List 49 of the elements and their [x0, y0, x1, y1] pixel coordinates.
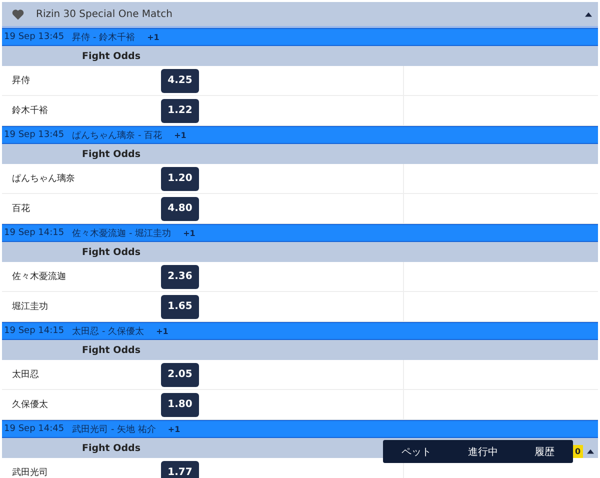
fighter-name: 昇侍: [12, 74, 31, 87]
odds-button[interactable]: 1.77: [161, 460, 199, 478]
odds-button[interactable]: 1.65: [161, 294, 199, 318]
odds-button[interactable]: 1.22: [161, 98, 199, 122]
match-time: 19 Sep 14:15: [4, 228, 64, 238]
more-markets-count[interactable]: +1: [183, 228, 196, 238]
match-bar[interactable]: 19 Sep 13:45 ぱんちゃん璃奈 - 百花 +1: [2, 126, 598, 144]
fighter-name: 堀江圭功: [12, 300, 49, 313]
fighter-name: 久保優太: [12, 398, 49, 411]
market-title: Fight Odds: [82, 148, 140, 160]
match-time: 19 Sep 13:45: [4, 130, 64, 140]
match-bar[interactable]: 19 Sep 14:45 武田光司 - 矢地 祐介 +1: [2, 420, 598, 438]
fighter-name: 武田光司: [12, 466, 49, 478]
odds-button[interactable]: 4.25: [161, 68, 199, 92]
match-bar[interactable]: 19 Sep 13:45 昇侍 - 鈴木千裕 +1: [2, 28, 598, 46]
match-time: 19 Sep 14:15: [4, 326, 64, 336]
market-title: Fight Odds: [82, 50, 140, 62]
betslip-tab[interactable]: 進行中: [464, 444, 502, 458]
match-title: 佐々木憂流迦 - 堀江圭功: [72, 228, 172, 240]
match-title: 昇侍 - 鈴木千裕: [72, 32, 136, 44]
match-title: 武田光司 - 矢地 祐介: [72, 424, 156, 436]
odds-button[interactable]: 1.20: [161, 166, 199, 190]
match-bar[interactable]: 19 Sep 14:15 佐々木憂流迦 - 堀江圭功 +1: [2, 224, 598, 242]
fighter-name: 百花: [12, 202, 31, 215]
fighter-name: ぱんちゃん璃奈: [12, 172, 76, 185]
odds-button[interactable]: 1.80: [161, 392, 199, 416]
bet-count-badge: 0: [573, 445, 583, 458]
fighter-name: 佐々木憂流迦: [12, 270, 67, 283]
odds-button[interactable]: 2.36: [161, 264, 199, 288]
betslip-tab[interactable]: ペット: [397, 444, 436, 458]
market-title: Fight Odds: [82, 246, 140, 258]
more-markets-count[interactable]: +1: [156, 326, 168, 336]
match-time: 19 Sep 14:45: [4, 424, 64, 434]
odds-button[interactable]: 2.05: [161, 362, 199, 386]
odds-button[interactable]: 4.80: [161, 196, 199, 220]
match-time: 19 Sep 13:45: [4, 32, 64, 42]
more-markets-count[interactable]: +1: [147, 32, 160, 42]
betslip-tab[interactable]: 履歴: [530, 444, 559, 458]
fighter-name: 太田忍: [12, 368, 40, 381]
section-header[interactable]: Rizin 30 Special One Match: [2, 2, 598, 28]
match-title: ぱんちゃん璃奈 - 百花: [72, 130, 162, 142]
market-title: Fight Odds: [82, 442, 140, 454]
market-title: Fight Odds: [82, 344, 140, 356]
more-markets-count[interactable]: +1: [168, 424, 180, 434]
match-title: 太田忍 - 久保優太: [72, 326, 144, 338]
more-markets-count[interactable]: +1: [174, 130, 186, 140]
section-title: Rizin 30 Special One Match: [36, 8, 172, 20]
fighter-name: 鈴木千裕: [12, 104, 49, 117]
match-bar[interactable]: 19 Sep 14:15 太田忍 - 久保優太 +1: [2, 322, 598, 340]
